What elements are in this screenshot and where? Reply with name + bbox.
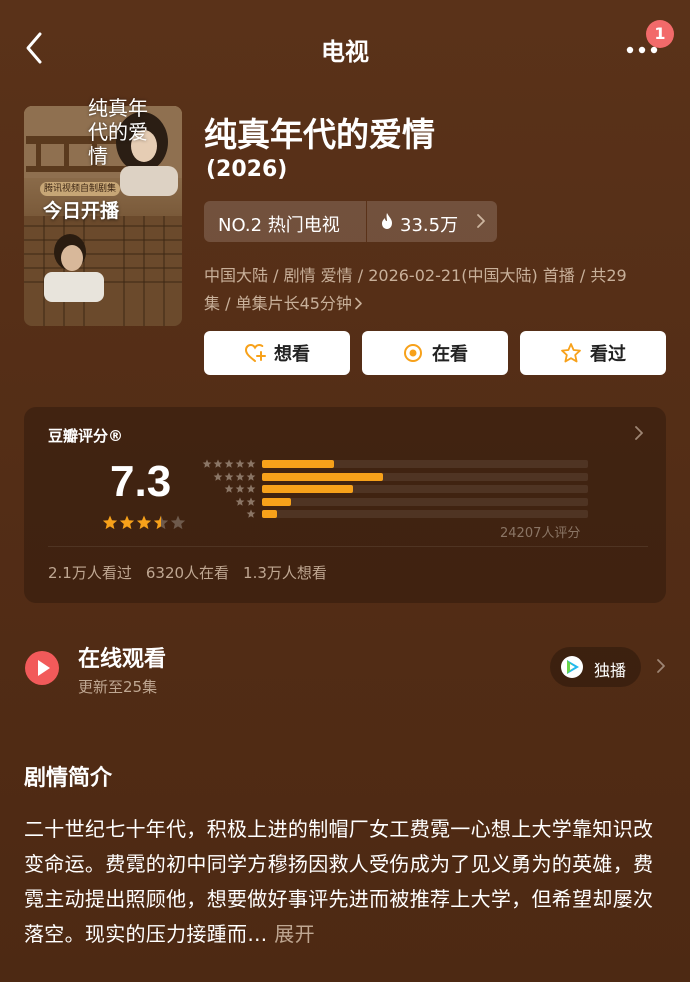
synopsis-text: 二十世纪七十年代，积极上进的制帽厂女工费霓一心想上大学靠知识改变命运。费霓的初中… [24, 812, 666, 952]
star-level-icon [235, 496, 256, 506]
watching-button[interactable]: 在看 [362, 331, 508, 375]
chevron-right-icon[interactable] [656, 658, 666, 674]
flame-icon [382, 213, 392, 229]
meta-line-2: 集 / 单集片长45分钟 [204, 294, 352, 313]
synopsis-heading: 剧情简介 [24, 766, 113, 791]
distribution-row [200, 496, 612, 507]
meta-line-2-wrap: 集 / 单集片长45分钟 [204, 290, 664, 318]
watched-count: 2.1万人看过 [48, 564, 132, 582]
watching-label: 在看 [432, 344, 468, 365]
page-title: 电视 [321, 38, 369, 66]
distribution-bar [262, 472, 383, 481]
rating-star [153, 515, 169, 530]
tencent-video-icon [561, 656, 583, 678]
star-level-icon [224, 484, 256, 493]
star-level-icon [213, 471, 256, 481]
expand-link[interactable]: 展开 [274, 922, 315, 946]
exclusive-label: 独播 [594, 661, 627, 680]
poster-tag: 腾讯视频自制剧集 [40, 182, 120, 196]
watch-online-title[interactable]: 在线观看 [78, 641, 166, 673]
watched-button[interactable]: 看过 [520, 331, 666, 375]
star-outline-icon [561, 343, 581, 363]
heart-plus-icon [244, 343, 266, 362]
platform-exclusive-button[interactable]: 独播 [550, 647, 641, 687]
want-to-watch-label: 想看 [274, 344, 310, 365]
show-year: (2026) [206, 157, 288, 182]
distribution-track [262, 460, 588, 468]
rating-stats: 2.1万人看过 6320人在看 1.3万人想看 [48, 562, 341, 583]
distribution-bar [262, 485, 354, 493]
distribution-track [262, 472, 588, 481]
distribution-track [262, 497, 588, 506]
rating-count: 24207人评分 [500, 526, 581, 541]
douban-rating-card[interactable]: 豆瓣评分® 7.3 24207人评分 2.1万人看过 6320人在看 1.3万人想看 [24, 407, 666, 603]
rank-heat-box[interactable]: NO.2 热门电视 33.5万 [204, 201, 497, 242]
star-level-icon [202, 459, 256, 468]
distribution-row [200, 459, 612, 469]
rating-score: 7.3 [110, 457, 172, 506]
show-title: 纯真年代的爱情 [204, 115, 435, 154]
distribution-track [262, 485, 588, 493]
synopsis-body: 二十世纪七十年代，积极上进的制帽厂女工费霓一心想上大学靠知识改变命运。费霓的初中… [24, 817, 654, 946]
distribution-bar [262, 497, 292, 506]
poster-banner: 今日开播 [42, 200, 119, 222]
heat-value[interactable]: 33.5万 [400, 211, 458, 237]
want-to-watch-button[interactable]: 想看 [204, 331, 350, 375]
rating-star [136, 515, 152, 530]
rating-title: 豆瓣评分® [48, 427, 124, 445]
distribution-row [200, 484, 612, 494]
divider [48, 546, 648, 547]
want-count: 1.3万人想看 [243, 564, 327, 582]
rating-star [119, 515, 135, 530]
divider [366, 201, 367, 242]
distribution-bar [262, 460, 334, 468]
rating-stars [102, 515, 186, 530]
rating-star [170, 515, 186, 530]
episode-update-text: 更新至25集 [78, 678, 158, 696]
notification-badge: 1 [646, 20, 674, 48]
target-icon [404, 344, 422, 362]
chevron-right-icon[interactable] [634, 425, 644, 441]
watched-label: 看过 [590, 344, 626, 365]
distribution-track [262, 510, 588, 518]
show-meta-info[interactable]: 中国大陆 / 剧情 爱情 / 2026-02-21(中国大陆) 首播 / 共29… [204, 262, 664, 318]
watching-count: 6320人在看 [145, 564, 230, 582]
distribution-bar [262, 510, 277, 518]
poster-title-text: 纯真年代的爱情 [88, 96, 148, 168]
meta-line-1: 中国大陆 / 剧情 爱情 / 2026-02-21(中国大陆) 首播 / 共29 [204, 266, 627, 285]
star-level-icon [246, 509, 256, 518]
distribution-row [200, 509, 612, 519]
rating-star [102, 515, 118, 530]
play-icon[interactable] [24, 650, 60, 686]
chevron-right-icon[interactable] [354, 297, 363, 310]
distribution-row [200, 471, 612, 482]
chevron-right-icon[interactable] [476, 213, 486, 229]
rank-label[interactable]: NO.2 热门电视 [218, 211, 340, 237]
